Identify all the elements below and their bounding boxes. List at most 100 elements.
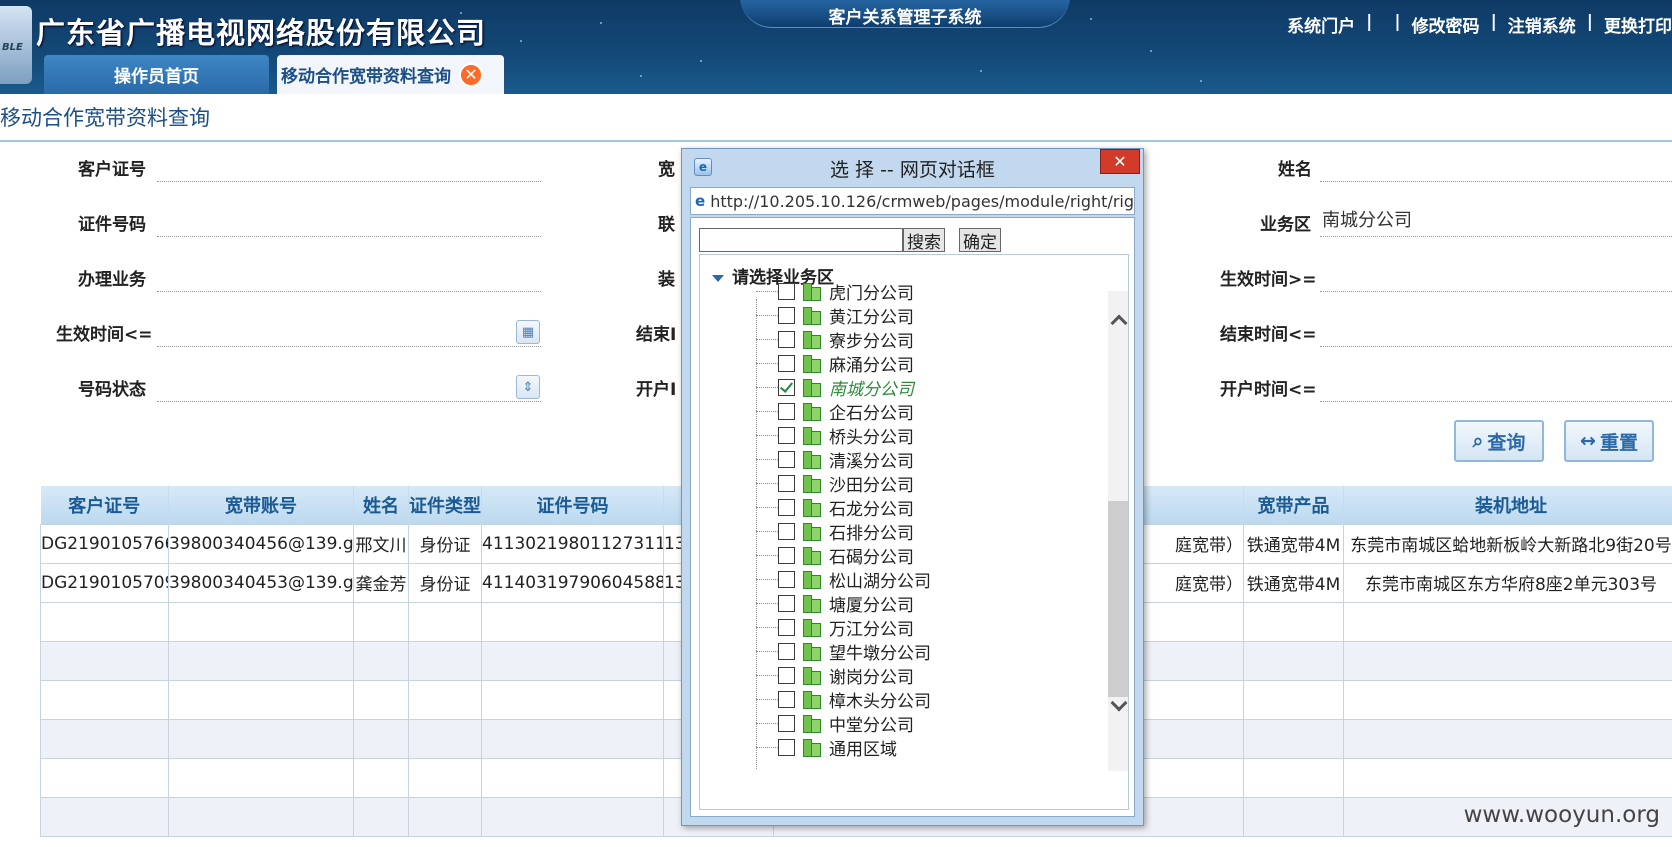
- tree-item-label: 万江分公司: [829, 619, 914, 640]
- checkbox[interactable]: [778, 618, 795, 636]
- organization-icon: [801, 641, 821, 661]
- tree-item[interactable]: 麻涌分公司: [756, 351, 931, 376]
- calendar-icon[interactable]: ▦: [516, 320, 540, 344]
- checkbox[interactable]: [778, 546, 795, 564]
- checkbox[interactable]: [778, 450, 795, 468]
- tree-connector: [756, 458, 778, 460]
- tab-broadband-query[interactable]: 移动合作宽带资料查询 ✕: [277, 55, 504, 94]
- tree-item[interactable]: 望牛墩分公司: [756, 639, 931, 664]
- checkbox[interactable]: [778, 738, 795, 756]
- caret-down-icon[interactable]: [712, 274, 724, 282]
- organization-icon: [801, 689, 821, 709]
- tree-item[interactable]: 黄江分公司: [756, 303, 931, 328]
- tree-item[interactable]: 石碣分公司: [756, 543, 931, 568]
- tree-connector: [756, 434, 778, 436]
- name-input[interactable]: [1320, 152, 1672, 182]
- col-header[interactable]: 装机地址: [1343, 486, 1672, 524]
- tree-item[interactable]: 塘厦分公司: [756, 591, 931, 616]
- tree-item[interactable]: 中堂分公司: [756, 711, 931, 736]
- ie-icon: e: [695, 192, 706, 210]
- organization-icon: [801, 473, 821, 493]
- scroll-up-icon[interactable]: [1108, 309, 1128, 332]
- tree-connector: [756, 554, 778, 556]
- checkbox[interactable]: [778, 378, 795, 396]
- id-number-input[interactable]: [157, 207, 541, 237]
- crm-page: BLE 广东省广播电视网络股份有限公司 客户关系管理子系统 系统门户 | | 修…: [0, 0, 1672, 847]
- scrollbar-thumb[interactable]: [1108, 501, 1128, 697]
- updown-icon[interactable]: ⇕: [516, 375, 540, 399]
- scroll-down-icon[interactable]: [1108, 694, 1128, 717]
- dialog-titlebar[interactable]: e 选 择 -- 网页对话框 ✕: [682, 149, 1143, 187]
- col-header[interactable]: 宽带产品: [1243, 486, 1344, 524]
- service-input[interactable]: [157, 262, 541, 292]
- col-header[interactable]: 客户证号: [40, 486, 169, 524]
- col-header[interactable]: 姓名: [353, 486, 409, 524]
- query-button[interactable]: ⌕ 查询: [1454, 420, 1544, 462]
- checkbox[interactable]: [778, 426, 795, 444]
- tree-item-label: 通用区域: [829, 739, 897, 760]
- checkbox[interactable]: [778, 714, 795, 732]
- checkbox[interactable]: [778, 354, 795, 372]
- end-label: 结束I: [636, 325, 677, 345]
- col-header[interactable]: 宽带账号: [168, 486, 354, 524]
- nav-logout[interactable]: 注销系统: [1508, 12, 1576, 37]
- tree-item[interactable]: 虎门分公司: [756, 279, 931, 304]
- checkbox[interactable]: [778, 570, 795, 588]
- checkbox[interactable]: [778, 402, 795, 420]
- tab-operator-home[interactable]: 操作员首页: [44, 55, 269, 94]
- business-area-input[interactable]: 南城分公司: [1320, 207, 1672, 237]
- checkbox[interactable]: [778, 306, 795, 324]
- tree-item[interactable]: 谢岗分公司: [756, 663, 931, 688]
- tree-item[interactable]: 寮步分公司: [756, 327, 931, 352]
- nav-change-password[interactable]: 修改密码: [1412, 12, 1480, 37]
- tree-item-label: 石碣分公司: [829, 547, 914, 568]
- tree-item[interactable]: 清溪分公司: [756, 447, 931, 472]
- tree-connector: [756, 530, 778, 532]
- header-banner: BLE 广东省广播电视网络股份有限公司 客户关系管理子系统 系统门户 | | 修…: [0, 0, 1672, 94]
- watermark: www.wooyun.org: [1463, 802, 1660, 828]
- effective-ge-label: 生效时间>=: [1220, 270, 1317, 290]
- checkbox[interactable]: [778, 282, 795, 300]
- checkbox[interactable]: [778, 690, 795, 708]
- effective-le-input[interactable]: [157, 317, 541, 347]
- checkbox[interactable]: [778, 594, 795, 612]
- tree-search-input[interactable]: [699, 228, 903, 252]
- close-icon[interactable]: ✕: [1100, 149, 1140, 174]
- reset-button[interactable]: ↔ 重置: [1564, 420, 1654, 462]
- customer-id-input[interactable]: [157, 152, 541, 182]
- reset-icon: ↔: [1580, 430, 1596, 452]
- tree-item[interactable]: 企石分公司: [756, 399, 931, 424]
- service-label: 办理业务: [78, 270, 146, 290]
- tree-item[interactable]: 万江分公司: [756, 615, 931, 640]
- effective-ge-input[interactable]: [1320, 262, 1672, 292]
- tree-item[interactable]: 桥头分公司: [756, 423, 931, 448]
- tree-item[interactable]: 樟木头分公司: [756, 687, 931, 712]
- open-le-input[interactable]: [1320, 372, 1672, 402]
- col-header[interactable]: 证件类型: [408, 486, 482, 524]
- tree-item[interactable]: 南城分公司: [756, 375, 931, 400]
- tree-item[interactable]: 沙田分公司: [756, 471, 931, 496]
- organization-icon: [801, 521, 821, 541]
- tree-item[interactable]: 石龙分公司: [756, 495, 931, 520]
- checkbox[interactable]: [778, 642, 795, 660]
- confirm-button[interactable]: 确定: [959, 228, 1001, 253]
- close-icon[interactable]: ✕: [459, 62, 483, 87]
- nav-change-printer[interactable]: 更换打印: [1604, 12, 1672, 37]
- tree-item-label: 沙田分公司: [829, 475, 914, 496]
- search-button[interactable]: 搜索: [903, 228, 945, 253]
- col-header[interactable]: 证件号码: [481, 486, 664, 524]
- tree-item[interactable]: 通用区域: [756, 735, 931, 760]
- organization-icon: [801, 569, 821, 589]
- checkbox[interactable]: [778, 330, 795, 348]
- checkbox[interactable]: [778, 498, 795, 516]
- checkbox[interactable]: [778, 666, 795, 684]
- checkbox[interactable]: [778, 522, 795, 540]
- id-number-label: 证件号码: [78, 215, 146, 235]
- tree-item[interactable]: 石排分公司: [756, 519, 931, 544]
- tree-connector: [756, 650, 778, 652]
- tree-item[interactable]: 松山湖分公司: [756, 567, 931, 592]
- number-status-select[interactable]: [157, 372, 541, 402]
- end-le-input[interactable]: [1320, 317, 1672, 347]
- checkbox[interactable]: [778, 474, 795, 492]
- nav-portal[interactable]: 系统门户: [1287, 12, 1355, 37]
